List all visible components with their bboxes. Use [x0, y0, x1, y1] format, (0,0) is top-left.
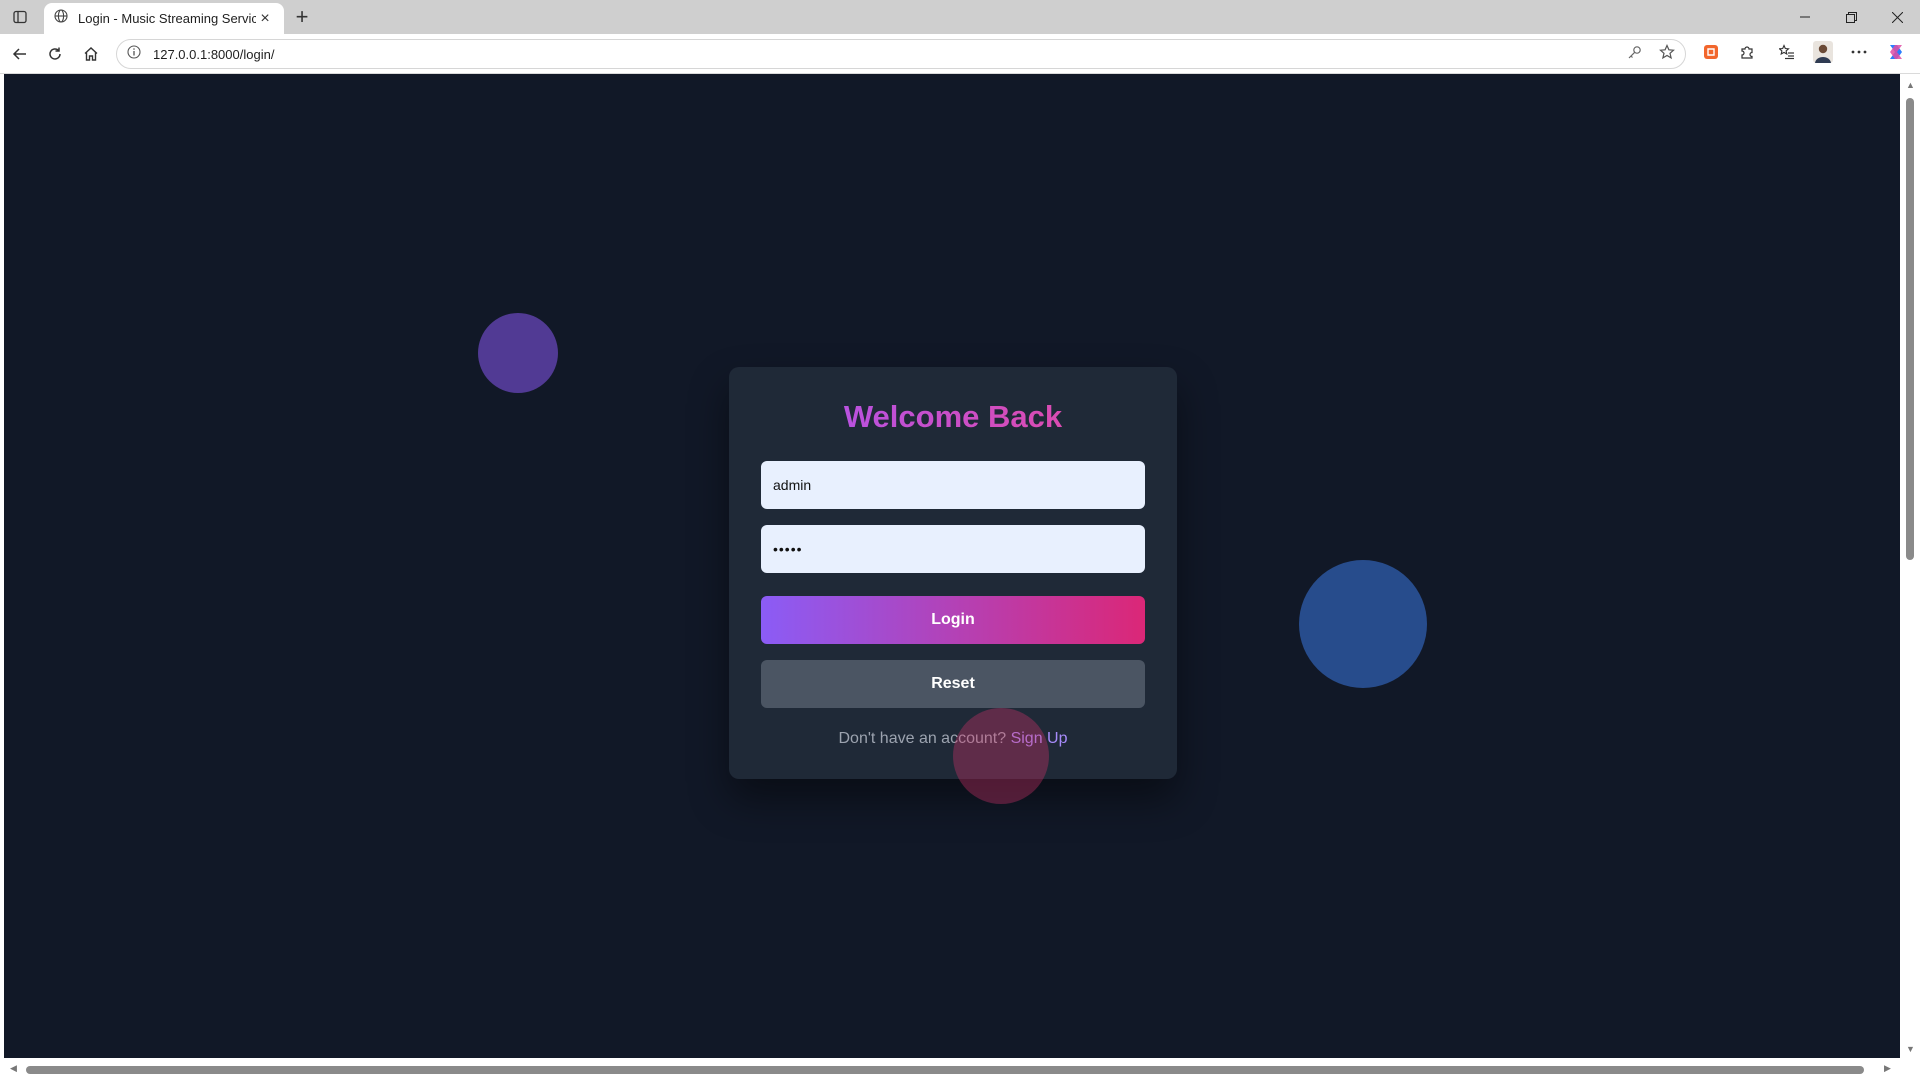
url-text: 127.0.0.1:8000/login/	[153, 46, 275, 62]
reset-button[interactable]: Reset	[761, 660, 1145, 708]
favorites-list-icon[interactable]	[1774, 39, 1800, 65]
scroll-left-icon[interactable]: ◀	[10, 1063, 17, 1074]
login-button[interactable]: Login	[761, 596, 1145, 644]
info-icon[interactable]	[127, 44, 141, 64]
minimize-icon[interactable]	[1782, 0, 1828, 34]
scroll-right-icon[interactable]: ▶	[1884, 1063, 1891, 1074]
page-title: Welcome Back	[729, 399, 1177, 435]
more-icon[interactable]	[1846, 39, 1872, 65]
home-icon[interactable]	[77, 40, 105, 68]
close-tab-icon[interactable]: ×	[256, 10, 274, 28]
close-window-icon[interactable]	[1874, 0, 1920, 34]
horizontal-scrollbar[interactable]: ◀ ▶	[0, 1058, 1920, 1080]
tab-actions-icon[interactable]	[8, 5, 32, 29]
star-icon[interactable]	[1654, 39, 1680, 65]
page-viewport: Welcome Back Login Reset Don't have an a…	[4, 74, 1900, 1058]
avatar-icon[interactable]	[1810, 39, 1836, 65]
restore-icon[interactable]	[1828, 0, 1874, 34]
password-input[interactable]	[761, 525, 1145, 573]
back-arrow-icon[interactable]	[6, 40, 34, 68]
tab-title: Login - Music Streaming Services	[78, 11, 256, 26]
new-tab-button[interactable]: +	[290, 4, 314, 29]
browser-tab-strip: Login - Music Streaming Services × +	[0, 0, 1920, 34]
key-icon[interactable]	[1621, 39, 1647, 65]
horizontal-scroll-thumb[interactable]	[26, 1066, 1864, 1074]
scroll-down-icon[interactable]: ▼	[1906, 1044, 1915, 1054]
login-card: Welcome Back Login Reset Don't have an a…	[729, 367, 1177, 779]
copilot-icon[interactable]	[1883, 39, 1909, 65]
globe-icon	[54, 9, 68, 28]
username-input[interactable]	[761, 461, 1145, 509]
extension-badge-icon[interactable]	[1698, 39, 1724, 65]
scroll-up-icon[interactable]: ▲	[1906, 80, 1915, 90]
browser-toolbar: 127.0.0.1:8000/login/	[0, 34, 1920, 74]
decorative-pink-circle	[953, 708, 1049, 804]
address-bar[interactable]: 127.0.0.1:8000/login/	[116, 39, 1686, 69]
vertical-scroll-thumb[interactable]	[1906, 98, 1914, 560]
browser-tab-login[interactable]: Login - Music Streaming Services ×	[44, 3, 284, 34]
decorative-purple-circle	[478, 313, 558, 393]
vertical-scrollbar[interactable]: ▲ ▼	[1900, 74, 1920, 1058]
reload-icon[interactable]	[41, 40, 69, 68]
puzzle-icon[interactable]	[1734, 39, 1760, 65]
decorative-blue-circle	[1299, 560, 1427, 688]
